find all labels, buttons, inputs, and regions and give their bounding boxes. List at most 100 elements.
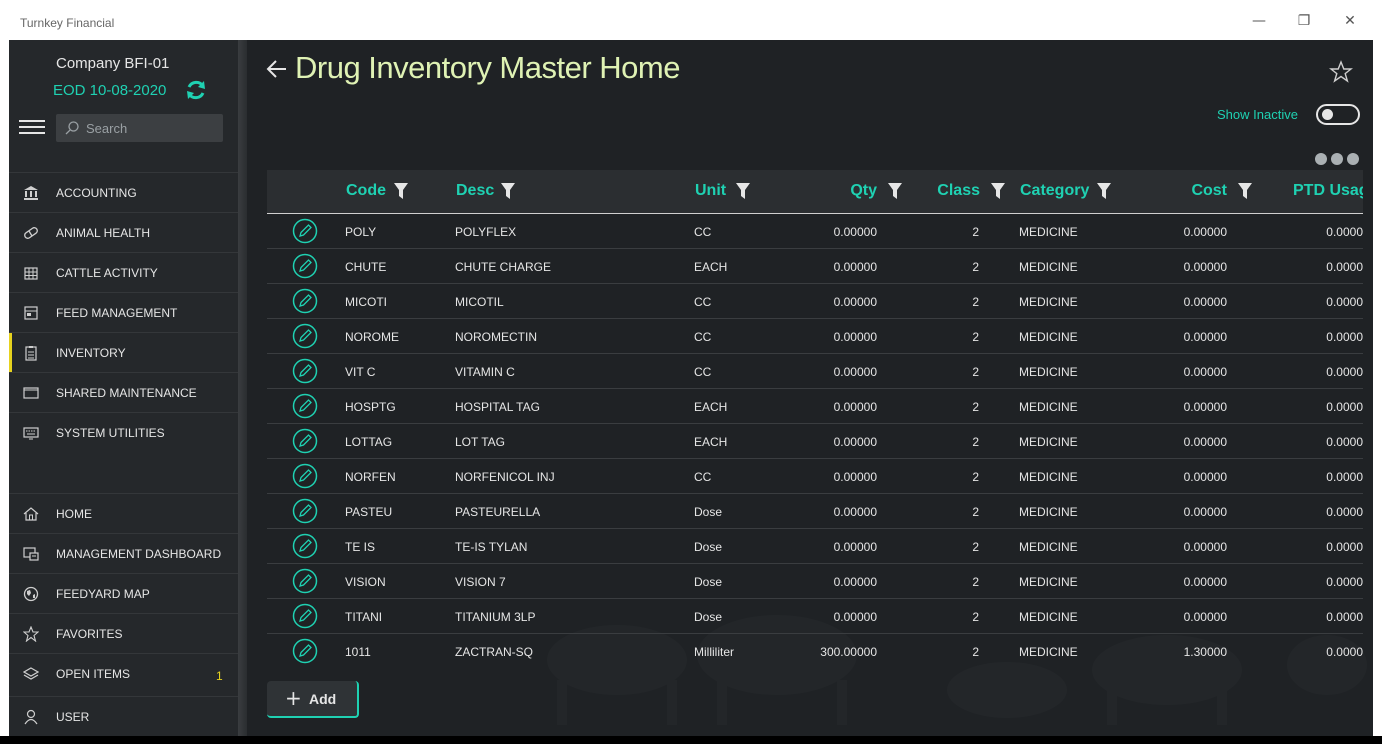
- main-content: Drug Inventory Master Home Show Inactive…: [247, 40, 1373, 736]
- sidebar-item-cattle-activity[interactable]: CATTLE ACTIVITY: [9, 252, 238, 292]
- column-header-ptd-usage[interactable]: PTD Usag: [1293, 182, 1363, 200]
- edit-pencil-icon[interactable]: [292, 533, 318, 559]
- cell-code: NORFEN: [345, 470, 396, 484]
- sidebar-item-favorites[interactable]: FAVORITES: [9, 613, 238, 653]
- search-icon: [65, 121, 79, 135]
- filter-icon[interactable]: [501, 183, 515, 199]
- sidebar-item-system-utilities[interactable]: SYSTEM UTILITIES: [9, 412, 238, 452]
- cell-qty: 0.00000: [833, 365, 877, 379]
- cell-class: 2: [972, 225, 979, 239]
- table-row[interactable]: VISION VISION 7 Dose 0.00000 2 MEDICINE 0.0000…: [267, 564, 1363, 599]
- cell-unit: EACH: [694, 400, 728, 414]
- edit-pencil-icon[interactable]: [292, 463, 318, 489]
- edit-pencil-icon[interactable]: [292, 603, 318, 629]
- filter-icon[interactable]: [991, 183, 1005, 199]
- favorite-star-icon[interactable]: [1329, 60, 1353, 84]
- cell-unit: CC: [694, 470, 712, 484]
- cell-unit: CC: [694, 225, 712, 239]
- sidebar-item-shared-maintenance[interactable]: SHARED MAINTENANCE: [9, 372, 238, 412]
- search-input[interactable]: [86, 118, 216, 138]
- table-row[interactable]: NORFEN NORFENICOL INJ CC 0.00000 2 MEDICINE 0.…: [267, 459, 1363, 494]
- edit-pencil-icon[interactable]: [292, 323, 318, 349]
- cell-category: MEDICINE: [1019, 575, 1078, 589]
- table-row[interactable]: NOROME NOROMECTIN CC 0.00000 2 MEDICINE 0.0000…: [267, 319, 1363, 354]
- restore-button[interactable]: ❐: [1293, 10, 1315, 32]
- column-header-unit[interactable]: Unit: [695, 182, 726, 200]
- filter-icon[interactable]: [394, 183, 408, 199]
- cell-cost: 0.00000: [1183, 435, 1227, 449]
- sidebar-divider: [238, 40, 247, 736]
- cell-code: POLY: [345, 225, 377, 239]
- edit-pencil-icon[interactable]: [292, 393, 318, 419]
- cell-desc: HOSPITAL TAG: [455, 400, 540, 414]
- hamburger-menu-icon[interactable]: [19, 120, 45, 136]
- close-button[interactable]: ✕: [1339, 10, 1361, 32]
- filter-icon[interactable]: [736, 183, 750, 199]
- table-row[interactable]: HOSPTG HOSPITAL TAG EACH 0.00000 2 MEDICINE 0.…: [267, 389, 1363, 424]
- cell-ptd-usage: 0.0000: [1326, 260, 1363, 274]
- column-header-cost[interactable]: Cost: [1191, 182, 1227, 200]
- table-row[interactable]: POLY POLYFLEX CC 0.00000 2 MEDICINE 0.00000 0.0…: [267, 214, 1363, 249]
- column-header-qty[interactable]: Qty: [850, 182, 877, 200]
- search-box[interactable]: [56, 114, 223, 142]
- column-header-class[interactable]: Class: [937, 182, 980, 200]
- sidebar-item-accounting[interactable]: ACCOUNTING: [9, 172, 238, 212]
- back-arrow-icon[interactable]: [265, 58, 289, 80]
- more-options-icon[interactable]: [1315, 150, 1363, 165]
- show-inactive-toggle[interactable]: [1316, 104, 1360, 125]
- sidebar-item-animal-health[interactable]: ANIMAL HEALTH: [9, 212, 238, 252]
- column-header-code[interactable]: Code: [346, 182, 386, 200]
- table-row[interactable]: TITANI TITANIUM 3LP Dose 0.00000 2 MEDICINE 0.…: [267, 599, 1363, 634]
- table-row[interactable]: 1011 ZACTRAN-SQ Milliliter 300.00000 2 MEDICI…: [267, 634, 1363, 665]
- cell-desc: VISION 7: [455, 575, 506, 589]
- sidebar-item-label: ANIMAL HEALTH: [56, 226, 151, 240]
- cell-unit: Dose: [694, 575, 723, 589]
- edit-pencil-icon[interactable]: [292, 253, 318, 279]
- sidebar-item-home[interactable]: HOME: [9, 493, 238, 533]
- cell-qty: 0.00000: [833, 225, 877, 239]
- cell-desc: CHUTE CHARGE: [455, 260, 552, 274]
- minimize-button[interactable]: —: [1248, 10, 1270, 32]
- app-title: Turnkey Financial: [20, 16, 115, 30]
- cell-cost: 0.00000: [1183, 610, 1227, 624]
- layers-icon: [23, 667, 39, 680]
- edit-pencil-icon[interactable]: [292, 218, 318, 244]
- cell-cost: 0.00000: [1183, 330, 1227, 344]
- sidebar-item-label: MANAGEMENT DASHBOARD: [56, 547, 222, 561]
- table-row[interactable]: VIT C VITAMIN C CC 0.00000 2 MEDICINE 0.00000 0…: [267, 354, 1363, 389]
- edit-pencil-icon[interactable]: [292, 288, 318, 314]
- table-row[interactable]: LOTTAG LOT TAG EACH 0.00000 2 MEDICINE 0.00000…: [267, 424, 1363, 459]
- cell-ptd-usage: 0.0000: [1326, 225, 1363, 239]
- edit-pencil-icon[interactable]: [292, 498, 318, 524]
- folder-icon: [23, 387, 39, 399]
- cell-class: 2: [972, 540, 979, 554]
- cell-category: MEDICINE: [1019, 505, 1078, 519]
- edit-pencil-icon[interactable]: [292, 568, 318, 594]
- sidebar-item-feedyard-map[interactable]: FEEDYARD MAP: [9, 573, 238, 613]
- cell-ptd-usage: 0.0000: [1326, 400, 1363, 414]
- sidebar-item-management-dashboard[interactable]: MANAGEMENT DASHBOARD: [9, 533, 238, 573]
- table-row[interactable]: PASTEU PASTEURELLA Dose 0.00000 2 MEDICINE 0.0…: [267, 494, 1363, 529]
- cell-qty: 300.00000: [820, 645, 877, 659]
- sidebar-item-feed-management[interactable]: FEED MANAGEMENT: [9, 292, 238, 332]
- filter-icon[interactable]: [1097, 183, 1111, 199]
- cell-ptd-usage: 0.0000: [1326, 435, 1363, 449]
- table-row[interactable]: TE IS TE-IS TYLAN Dose 0.00000 2 MEDICINE 0.00…: [267, 529, 1363, 564]
- edit-pencil-icon[interactable]: [292, 358, 318, 384]
- filter-icon[interactable]: [1238, 183, 1252, 199]
- column-header-category[interactable]: Category: [1020, 182, 1089, 200]
- cell-class: 2: [972, 575, 979, 589]
- table-row[interactable]: CHUTE CHUTE CHARGE EACH 0.00000 2 MEDICINE 0.0…: [267, 249, 1363, 284]
- refresh-icon[interactable]: [184, 78, 208, 102]
- column-header-desc[interactable]: Desc: [456, 182, 494, 200]
- edit-pencil-icon[interactable]: [292, 638, 318, 664]
- sidebar-item-open-items[interactable]: OPEN ITEMS 1: [9, 653, 238, 693]
- sidebar-item-user[interactable]: USER: [9, 696, 238, 736]
- cell-ptd-usage: 0.0000: [1326, 330, 1363, 344]
- cell-ptd-usage: 0.0000: [1326, 540, 1363, 554]
- add-button[interactable]: + Add: [267, 681, 359, 718]
- sidebar-item-inventory[interactable]: INVENTORY: [9, 332, 238, 373]
- edit-pencil-icon[interactable]: [292, 428, 318, 454]
- filter-icon[interactable]: [888, 183, 902, 199]
- table-row[interactable]: MICOTI MICOTIL CC 0.00000 2 MEDICINE 0.00000 0.…: [267, 284, 1363, 319]
